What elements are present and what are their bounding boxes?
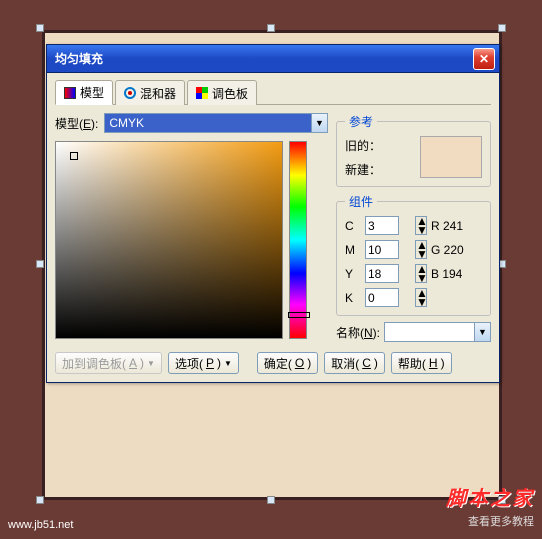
help-button[interactable]: 帮助(H) <box>391 352 452 374</box>
watermark: 脚本之家 <box>446 482 534 511</box>
tab-palette[interactable]: 调色板 <box>187 80 257 105</box>
channel-label: Y <box>345 267 361 281</box>
ok-button[interactable]: 确定(O) <box>257 352 318 374</box>
channel-label: K <box>345 291 361 305</box>
watermark: 查看更多教程 <box>468 513 534 529</box>
close-button[interactable]: ✕ <box>473 48 495 70</box>
spinner[interactable]: ▲▼ <box>415 264 427 283</box>
tab-label: 调色板 <box>212 85 248 102</box>
model-value: CMYK <box>109 116 144 130</box>
selection-handle[interactable] <box>36 260 44 268</box>
options-button[interactable]: 选项(P)▼ <box>168 352 239 374</box>
titlebar[interactable]: 均匀填充 ✕ <box>47 45 499 73</box>
components-legend: 组件 <box>345 193 377 210</box>
close-icon: ✕ <box>479 52 489 66</box>
channel-label: C <box>345 219 361 233</box>
watermark: www.jb51.net <box>8 519 73 531</box>
channel-input-m[interactable] <box>365 240 399 259</box>
rgb-readout: B 194 <box>431 267 465 281</box>
old-color-label: 旧的： <box>345 137 391 154</box>
hue-slider[interactable] <box>289 141 307 339</box>
spinner[interactable]: ▲▼ <box>415 240 427 259</box>
dialog-title: 均匀填充 <box>55 50 473 67</box>
channel-label: M <box>345 243 361 257</box>
uniform-fill-dialog: 均匀填充 ✕ 模型 混和器 调色板 模型(E): CMYK <box>46 44 500 383</box>
tab-model[interactable]: 模型 <box>55 80 113 105</box>
color-field-marker[interactable] <box>70 152 78 160</box>
selection-handle[interactable] <box>498 24 506 32</box>
hue-marker[interactable] <box>288 312 310 318</box>
name-combobox[interactable]: ▼ <box>384 322 491 342</box>
channel-input-c[interactable] <box>365 216 399 235</box>
components-group: 组件 C ▲▼ R 241 M ▲▼ G 220 Y ▲▼ B 194 K ▲▼ <box>336 193 491 316</box>
mixer-icon <box>124 87 136 99</box>
reference-legend: 参考 <box>345 113 377 130</box>
tab-mixer[interactable]: 混和器 <box>115 80 185 105</box>
tab-label: 模型 <box>80 84 104 101</box>
chevron-down-icon[interactable]: ▼ <box>311 114 327 132</box>
color-field[interactable] <box>55 141 283 339</box>
selection-handle[interactable] <box>36 24 44 32</box>
selection-handle[interactable] <box>267 24 275 32</box>
name-label: 名称(N): <box>336 324 380 341</box>
channel-input-k[interactable] <box>365 288 399 307</box>
model-icon <box>64 87 76 99</box>
rgb-readout: G 220 <box>431 243 465 257</box>
spinner[interactable]: ▲▼ <box>415 288 427 307</box>
model-combobox[interactable]: CMYK ▼ <box>104 113 328 133</box>
chevron-down-icon: ▼ <box>224 359 232 368</box>
rgb-readout: R 241 <box>431 219 465 233</box>
tab-strip: 模型 混和器 调色板 <box>55 79 491 105</box>
new-color-label: 新建： <box>345 161 391 178</box>
selection-handle[interactable] <box>36 496 44 504</box>
spinner[interactable]: ▲▼ <box>415 216 427 235</box>
chevron-down-icon: ▼ <box>147 359 155 368</box>
cancel-button[interactable]: 取消(C) <box>324 352 385 374</box>
add-to-palette-button: 加到调色板(A)▼ <box>55 352 162 374</box>
reference-group: 参考 旧的： 新建： <box>336 113 491 187</box>
tab-label: 混和器 <box>140 85 176 102</box>
chevron-down-icon[interactable]: ▼ <box>474 323 490 341</box>
model-label: 模型(E): <box>55 115 98 132</box>
palette-icon <box>196 87 208 99</box>
color-swatch <box>420 136 482 178</box>
selection-handle[interactable] <box>267 496 275 504</box>
channel-input-y[interactable] <box>365 264 399 283</box>
